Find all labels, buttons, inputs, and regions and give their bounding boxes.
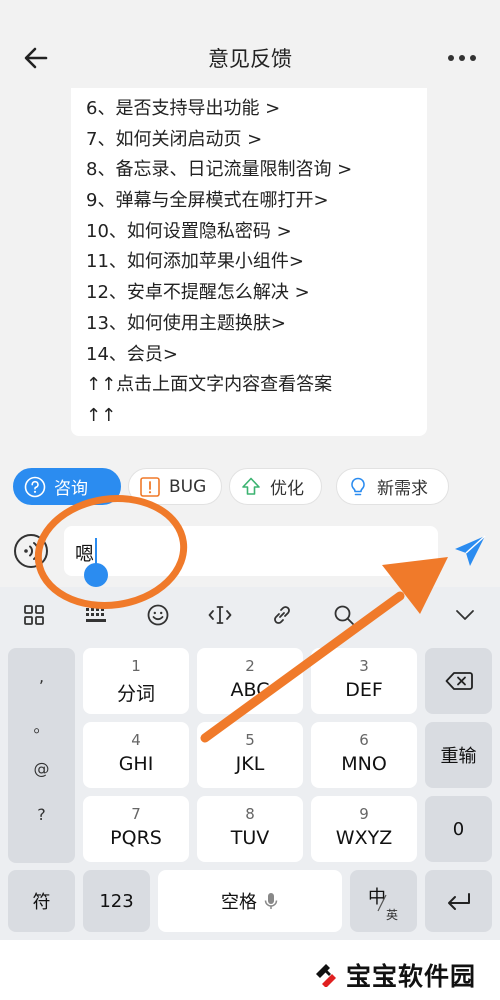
search-icon[interactable] [332,603,356,627]
number-switch-key[interactable]: 123 [83,870,150,932]
faq-list: 6、是否支持导出功能 > 7、如何关闭启动页 > 8、备忘录、日记流量限制咨询 … [86,94,426,432]
punct-comma[interactable]: , [8,667,75,686]
chevron-down-icon[interactable] [453,603,477,627]
key-2[interactable]: 2 ABC [197,648,303,714]
page-title: 意见反馈 [208,47,292,71]
faq-link-apple-widget[interactable]: 11、如何添加苹果小组件> [86,247,426,278]
brand-watermark: 宝宝软件园 [346,962,477,991]
send-icon[interactable] [452,533,488,569]
faq-link-privacy-password[interactable]: 10、如何设置隐私密码 > [86,217,426,248]
upgrade-arrow-icon [242,477,260,495]
faq-link-launch-page[interactable]: 7、如何关闭启动页 > [86,125,426,156]
cursor-move-icon[interactable] [208,603,232,627]
language-switch-key[interactable]: 中 英 [350,870,417,932]
punct-question[interactable]: ? [8,805,75,824]
faq-link-android-reminder[interactable]: 12、安卓不提醒怎么解决 > [86,278,426,309]
key-4[interactable]: 4 GHI [83,722,189,788]
key-1[interactable]: 1 分词 [83,648,189,714]
key-5[interactable]: 5 JKL [197,722,303,788]
message-input-value: 嗯 [75,543,95,565]
microphone-icon [264,893,278,909]
keyboard-layout-icon[interactable] [84,603,108,627]
faq-link-membership[interactable]: 14、会员> [86,340,426,371]
optimize-chip[interactable]: 优化 [229,468,322,505]
brand-logo-icon [316,964,336,987]
grid-menu-icon[interactable] [22,603,46,627]
faq-link-theme-skin[interactable]: 13、如何使用主题换肤> [86,309,426,340]
optimize-chip-label: 优化 [270,479,304,499]
keyboard-toolbar [0,587,500,643]
enter-arrow-icon [447,893,470,910]
bug-chip[interactable]: BUG [128,468,222,505]
new-request-chip[interactable]: 新需求 [336,468,449,505]
key-6[interactable]: 6 MNO [311,722,417,788]
consult-chip[interactable]: 咨询 [13,468,121,505]
key-3[interactable]: 3 DEF [311,648,417,714]
key-9[interactable]: 9 WXYZ [311,796,417,862]
slash-icon [377,894,387,912]
question-circle-icon [24,476,46,497]
faq-hint-arrows: ↑↑ [86,404,117,426]
faq-link-export[interactable]: 6、是否支持导出功能 > [86,94,426,125]
punct-at[interactable]: @ [8,759,75,778]
new-request-chip-label: 新需求 [377,479,428,499]
emoji-icon[interactable] [146,603,170,627]
key-8[interactable]: 8 TUV [197,796,303,862]
more-options-icon[interactable] [446,46,478,70]
key-7[interactable]: 7 PQRS [83,796,189,862]
exclamation-square-icon [140,476,160,497]
reenter-key[interactable]: 重输 [425,722,492,788]
space-key[interactable]: 空格 [158,870,342,932]
faq-link-danmaku-fullscreen[interactable]: 9、弹幕与全屏模式在哪打开> [86,186,426,217]
consult-chip-label: 咨询 [54,479,88,499]
faq-hint-text: ↑↑点击上面文字内容查看答案 [86,374,333,396]
faq-link-traffic-limit[interactable]: 8、备忘录、日记流量限制咨询 > [86,155,426,186]
link-icon[interactable] [270,603,294,627]
message-input[interactable] [64,526,438,576]
key-0[interactable]: 0 [425,796,492,862]
backspace-key[interactable] [425,648,492,714]
backspace-icon [445,672,473,690]
punct-period[interactable]: 。 [8,713,75,737]
bug-chip-label: BUG [169,476,207,497]
voice-input-icon[interactable] [13,533,49,569]
lightbulb-icon [351,477,365,495]
space-key-label: 空格 [221,892,257,913]
symbol-key[interactable]: 符 [8,870,75,932]
cursor-handle[interactable] [84,563,108,587]
enter-key[interactable] [425,870,492,932]
